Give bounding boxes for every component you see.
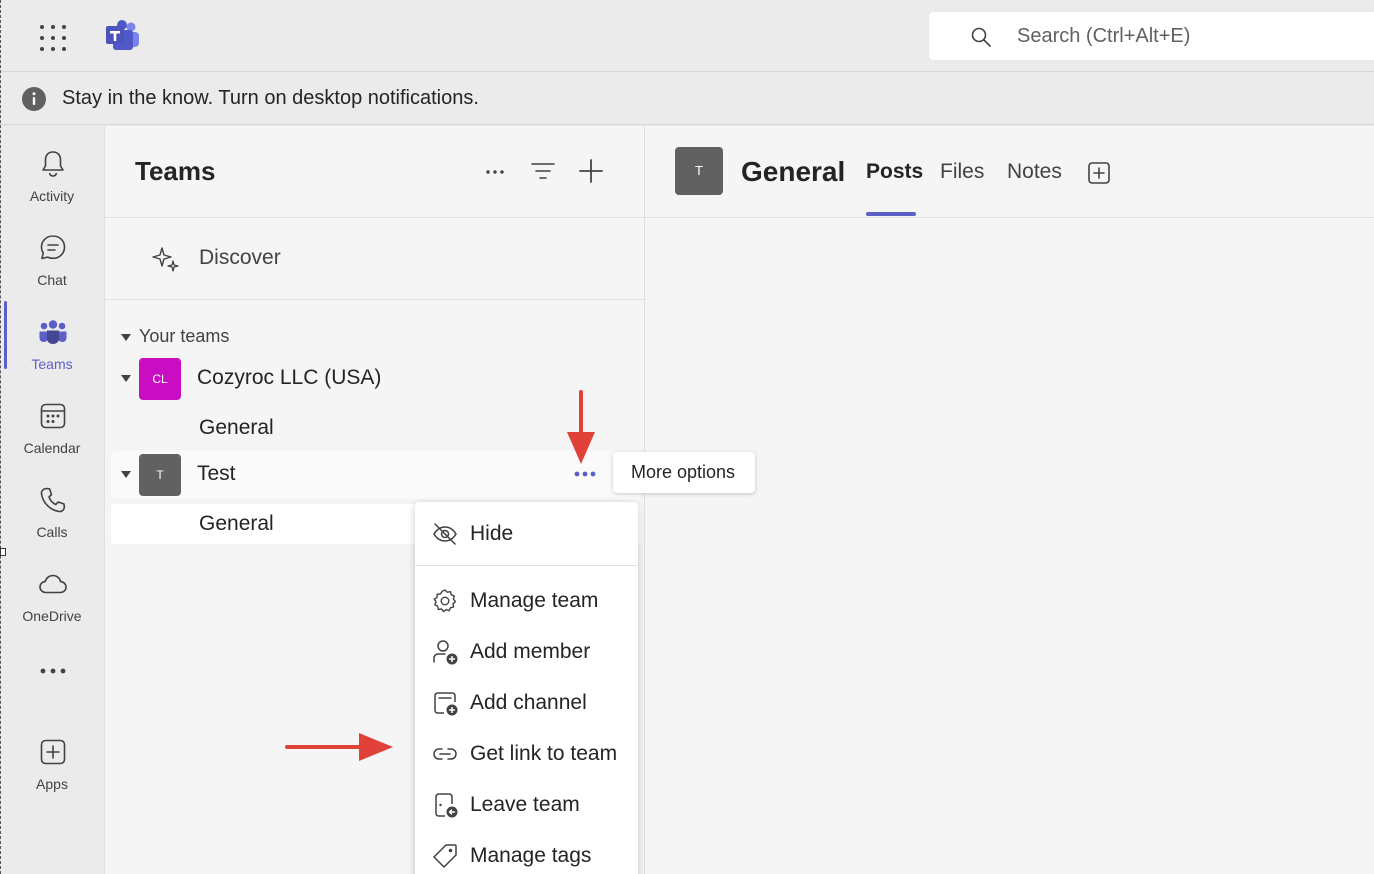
menu-item-add-channel[interactable]: Add channel — [415, 679, 638, 725]
menu-item-manage-team[interactable]: Manage team — [415, 577, 638, 623]
channel-name: General — [199, 512, 274, 535]
app-bar: Activity Chat Teams Calendar Calls OneDr… — [0, 126, 104, 874]
app-bar-label: Chat — [37, 272, 67, 288]
caret-down-icon[interactable] — [121, 334, 131, 342]
app-bar-item-onedrive[interactable]: OneDrive — [0, 556, 104, 636]
teams-logo-icon — [106, 20, 139, 50]
app-bar-item-calls[interactable]: Calls — [0, 472, 104, 552]
tab-notes[interactable]: Notes — [1007, 160, 1062, 184]
menu-item-label: Manage tags — [470, 844, 592, 867]
app-bar-label: Activity — [29, 188, 75, 204]
discover-item[interactable]: Discover — [105, 218, 645, 300]
filter-icon[interactable] — [526, 154, 560, 188]
sparkle-icon — [152, 247, 179, 272]
channel-row-general[interactable]: General — [111, 408, 641, 448]
menu-item-label: Get link to team — [470, 742, 618, 765]
cloud-icon — [39, 574, 67, 594]
more-icon[interactable] — [478, 154, 512, 188]
app-bar-item-chat[interactable]: Chat — [0, 220, 104, 300]
menu-item-leave-team[interactable]: Leave team — [415, 781, 638, 827]
caret-down-icon[interactable] — [121, 471, 131, 479]
plus-icon[interactable] — [574, 154, 608, 188]
team-name: Cozyroc LLC (USA) — [197, 366, 382, 389]
search-input[interactable] — [1017, 12, 1357, 60]
panel-title: Teams — [135, 156, 216, 186]
search-box[interactable] — [929, 12, 1374, 60]
notification-text: Stay in the know. Turn on desktop notifi… — [62, 87, 479, 109]
discover-label: Discover — [199, 246, 281, 269]
team-avatar: CL — [139, 358, 181, 400]
channel-header: T General Posts Files Notes — [645, 126, 1374, 218]
channel-avatar: T — [675, 147, 723, 195]
divider — [105, 299, 645, 300]
app-bar-item-teams[interactable]: Teams — [0, 304, 104, 384]
search-icon — [971, 27, 991, 47]
menu-item-label: Hide — [470, 522, 514, 545]
team-row-cozyroc[interactable]: CL Cozyroc LLC (USA) — [111, 355, 641, 403]
title-bar — [0, 0, 1374, 72]
app-launcher-icon[interactable] — [38, 23, 68, 53]
teams-icon — [39, 320, 67, 344]
hide-icon — [433, 523, 457, 545]
app-bar-item-apps[interactable]: Apps — [0, 724, 104, 804]
add-member-icon — [433, 640, 458, 665]
app-bar-item-activity[interactable]: Activity — [0, 136, 104, 216]
menu-item-label: Add member — [470, 640, 591, 663]
your-teams-header[interactable]: Your teams — [139, 326, 229, 347]
more-options-tooltip: More options — [613, 452, 755, 493]
add-tab-icon[interactable] — [1086, 160, 1112, 186]
channel-title: General — [741, 156, 846, 187]
leave-icon — [435, 793, 458, 818]
phone-icon — [40, 487, 66, 513]
tab-posts[interactable]: Posts — [866, 160, 923, 184]
selection-border — [0, 0, 2, 874]
more-apps-icon[interactable] — [40, 666, 66, 676]
team-context-menu: Hide Manage team Add member Add channel — [415, 502, 638, 874]
menu-item-label: Leave team — [470, 793, 580, 816]
menu-item-label: Manage team — [470, 589, 599, 612]
tab-files[interactable]: Files — [940, 160, 984, 184]
app-bar-label: Teams — [31, 356, 73, 372]
bell-icon — [42, 151, 64, 177]
calendar-icon — [40, 403, 66, 429]
menu-item-get-link[interactable]: Get link to team — [415, 730, 638, 776]
team-name: Test — [197, 462, 236, 485]
app-bar-label: Calls — [36, 524, 68, 540]
menu-item-hide[interactable]: Hide — [415, 510, 638, 556]
tag-icon — [433, 844, 457, 868]
channel-name: General — [199, 416, 274, 439]
team-avatar: T — [139, 454, 181, 496]
active-tab-indicator — [866, 212, 916, 216]
team-row-test[interactable]: T Test — [111, 451, 641, 499]
app-bar-label: Apps — [36, 776, 68, 792]
add-channel-icon — [434, 692, 458, 716]
gear-icon — [433, 589, 457, 613]
chat-icon — [40, 235, 66, 260]
menu-item-add-member[interactable]: Add member — [415, 628, 638, 674]
notification-banner: Stay in the know. Turn on desktop notifi… — [0, 73, 1374, 125]
channel-view: T General Posts Files Notes — [644, 126, 1374, 874]
caret-down-icon[interactable] — [121, 375, 131, 383]
app-bar-item-calendar[interactable]: Calendar — [0, 388, 104, 468]
menu-item-label: Add channel — [470, 691, 587, 714]
selection-handle — [0, 548, 6, 556]
menu-divider — [415, 565, 638, 566]
app-bar-label: OneDrive — [22, 608, 82, 624]
more-options-icon[interactable] — [573, 469, 597, 479]
link-icon — [433, 748, 457, 760]
info-icon — [22, 87, 46, 111]
add-app-icon — [40, 739, 66, 765]
menu-item-manage-tags[interactable]: Manage tags — [415, 832, 638, 874]
app-bar-label: Calendar — [23, 440, 81, 456]
